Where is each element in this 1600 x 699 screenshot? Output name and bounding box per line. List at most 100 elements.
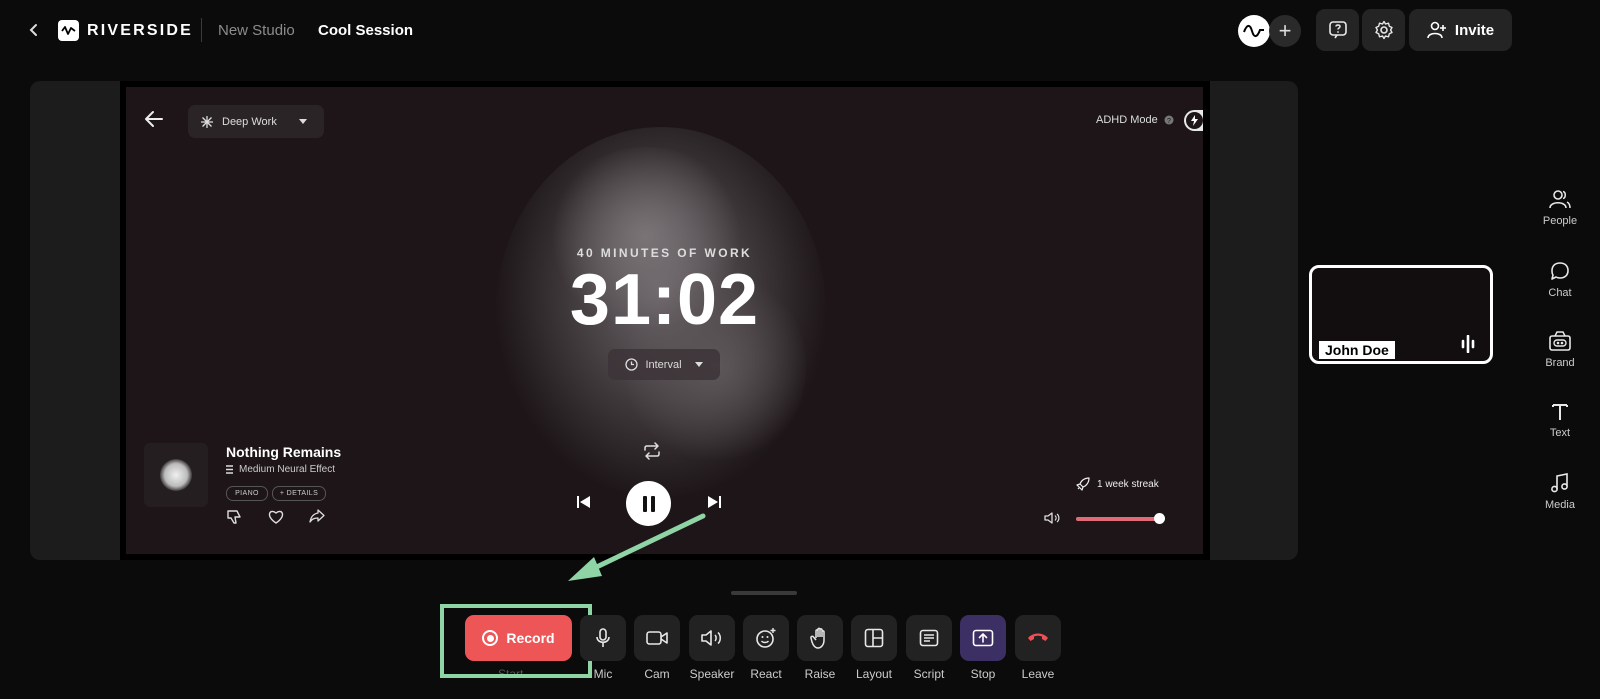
tag-details: + DETAILS — [272, 486, 326, 501]
chat-icon — [1551, 262, 1569, 280]
hang-up-icon — [1028, 633, 1048, 641]
leave-button[interactable] — [1015, 615, 1061, 661]
mic-button[interactable] — [580, 615, 626, 661]
wave-icon — [1243, 24, 1264, 38]
layout-button[interactable] — [851, 615, 897, 661]
tag-genre: PIANO — [226, 486, 268, 501]
script-button[interactable] — [906, 615, 952, 661]
cam-button[interactable] — [634, 615, 680, 661]
caret-down-icon — [298, 119, 307, 124]
equalizer-icon — [226, 465, 233, 474]
volume-slider-fill — [1076, 517, 1160, 521]
settings-button[interactable] — [1362, 9, 1405, 51]
album-flower — [160, 459, 192, 491]
script-label: Script — [913, 667, 945, 681]
camera-icon — [646, 631, 668, 645]
back-button[interactable] — [22, 18, 46, 42]
session-name[interactable]: Cool Session — [318, 21, 413, 41]
repeat-icon — [642, 442, 662, 465]
rail-chat[interactable]: Chat — [1537, 261, 1583, 299]
rail-people[interactable]: People — [1537, 189, 1583, 227]
shared-screen: Deep Work ADHD Mode ? 40 MINUTES OF WORK… — [126, 87, 1203, 554]
mode-selector: Deep Work — [188, 105, 324, 138]
gear-icon — [1374, 20, 1393, 40]
hand-icon — [810, 627, 825, 649]
rail-brand[interactable]: Brand — [1537, 331, 1583, 369]
rail-label-media: Media — [1545, 499, 1575, 511]
invite-label: Invite — [1454, 21, 1495, 39]
volume-icon — [1044, 511, 1060, 530]
script-icon — [919, 629, 939, 647]
effect-label: Medium Neural Effect — [239, 464, 335, 475]
streak-label: 1 week streak — [1097, 478, 1159, 490]
add-user-icon — [1427, 21, 1446, 39]
track-reactions — [226, 509, 325, 525]
stop-share-button[interactable] — [960, 615, 1006, 661]
streak-badge: 1 week streak — [1076, 477, 1159, 491]
mic-label: Mic — [593, 667, 613, 681]
caret-down-icon — [694, 362, 703, 367]
annotation-arrow-icon — [568, 513, 706, 581]
screen-back-icon — [144, 110, 164, 133]
screen-share-icon — [972, 629, 994, 647]
speaker-button[interactable] — [689, 615, 735, 661]
raise-hand-button[interactable] — [797, 615, 843, 661]
share-icon — [309, 509, 325, 523]
invite-button[interactable]: Invite — [1409, 9, 1512, 51]
rail-media[interactable]: Media — [1537, 473, 1583, 511]
brand-name: RIVERSIDE — [87, 22, 194, 39]
speaker-label: Speaker — [689, 667, 735, 681]
leave-label: Leave — [1021, 667, 1055, 681]
track-title: Nothing Remains — [226, 444, 342, 460]
riverside-logo-icon — [58, 20, 79, 41]
bolt-icon — [1186, 112, 1203, 129]
focus-timer: 31:02 — [569, 260, 760, 340]
rocket-icon — [1076, 477, 1090, 491]
emoji-add-icon — [756, 628, 776, 648]
layout-label: Layout — [855, 667, 893, 681]
rail-text[interactable]: Text — [1537, 403, 1583, 439]
help-icon — [1328, 21, 1347, 39]
clock-icon — [625, 358, 639, 371]
cam-label: Cam — [644, 667, 670, 681]
plus-icon: + — [1278, 18, 1292, 43]
volume-slider-knob — [1154, 513, 1166, 524]
rail-label-text: Text — [1549, 427, 1571, 439]
interval-label: Interval — [645, 358, 682, 371]
react-label: React — [750, 667, 782, 681]
speaker-icon — [701, 630, 721, 646]
album-art — [144, 443, 208, 507]
heart-icon — [268, 510, 284, 524]
stop-label: Stop — [970, 667, 996, 681]
participant-name: John Doe — [1319, 341, 1395, 359]
add-participant-button[interactable]: + — [1269, 15, 1301, 47]
work-duration-label: 40 MINUTES OF WORK — [576, 246, 753, 260]
drawer-handle[interactable] — [731, 591, 797, 595]
thumbs-down-icon — [227, 510, 241, 524]
media-icon — [1551, 473, 1568, 493]
record-highlight-box — [440, 604, 592, 678]
rail-label-chat: Chat — [1548, 287, 1572, 299]
text-icon — [1552, 404, 1568, 420]
interval-selector: Interval — [608, 349, 720, 380]
audio-level-icon — [1460, 334, 1476, 358]
raise-label: Raise — [804, 667, 836, 681]
people-icon — [1549, 190, 1571, 209]
mode-label: Deep Work — [222, 115, 277, 128]
brand-icon — [1549, 331, 1571, 351]
header-divider — [201, 18, 202, 42]
host-avatar[interactable] — [1238, 15, 1270, 47]
sparkle-icon — [201, 115, 213, 128]
chevron-left-icon — [29, 24, 37, 36]
rail-label-people: People — [1542, 215, 1578, 227]
help-button[interactable] — [1316, 9, 1359, 51]
microphone-icon — [596, 628, 610, 647]
adhd-label: ADHD Mode — [1096, 114, 1158, 126]
studio-name[interactable]: New Studio — [218, 21, 295, 41]
track-effect: Medium Neural Effect — [226, 464, 335, 475]
info-icon: ? — [1164, 115, 1174, 125]
svg-text:?: ? — [1167, 118, 1171, 125]
adhd-mode: ADHD Mode ? — [1096, 114, 1174, 126]
rail-label-brand: Brand — [1545, 357, 1575, 369]
react-button[interactable] — [743, 615, 789, 661]
